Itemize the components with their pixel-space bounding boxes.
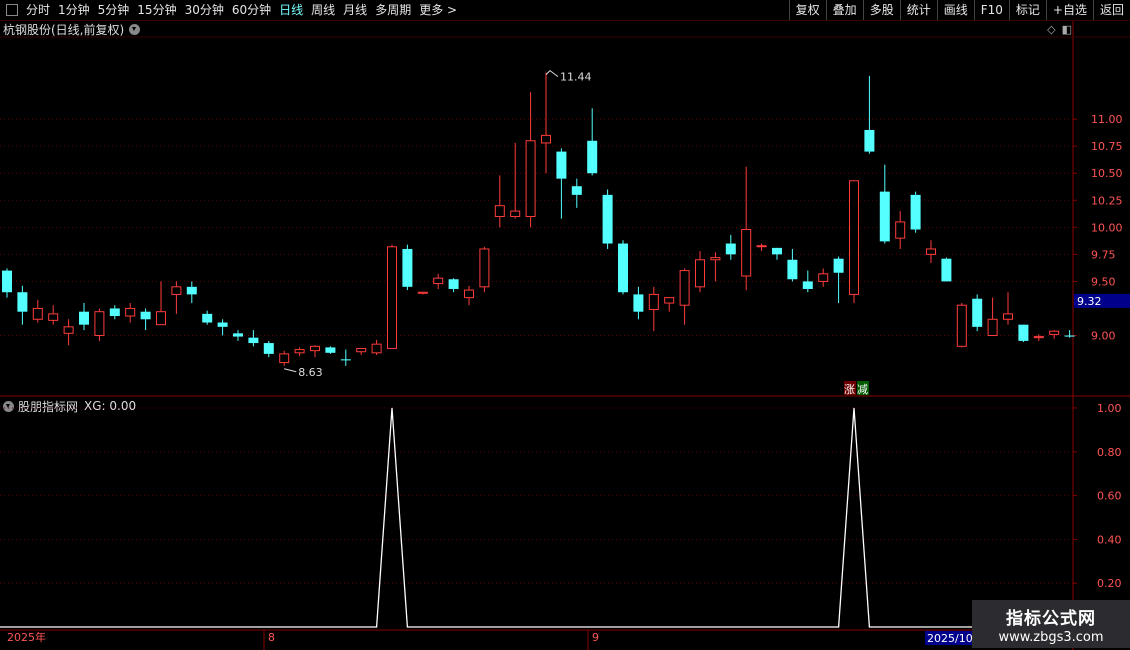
price-tick-label: 9.50: [1091, 275, 1116, 288]
current-price-label: 9.32: [1077, 295, 1102, 308]
candle-body: [879, 191, 890, 242]
candle-body: [787, 259, 798, 280]
candle-body: [387, 246, 397, 349]
candle-body: [833, 258, 844, 273]
high-price-label: 11.44: [560, 71, 592, 84]
candlestick-chart[interactable]: 11.00 10.75 10.50 10.25 10.00 9.75 9.50 9.00 1.0…: [0, 0, 1130, 650]
price-tick-label: 10.75: [1091, 140, 1123, 153]
candle-body: [310, 345, 320, 352]
candle-body: [217, 322, 228, 327]
candle-body: [987, 318, 998, 337]
candle-body: [587, 140, 598, 174]
candle-body: [1003, 313, 1013, 320]
candle-body: [248, 337, 259, 344]
candle-body: [32, 307, 43, 320]
candle-body: [556, 151, 567, 179]
candle-body: [402, 248, 413, 287]
candle-body: [433, 277, 444, 285]
date-label-aug: 8: [268, 631, 275, 644]
candle-body: [202, 313, 213, 323]
candle-body: [279, 353, 290, 364]
candle-body: [125, 307, 136, 317]
candle-body: [802, 281, 813, 289]
candle-body: [741, 228, 752, 277]
candle-body: [464, 289, 474, 299]
candle-body: [263, 343, 274, 354]
watermark: 指标公式网 www.zbgs3.com: [972, 600, 1130, 648]
date-cursor-label: 2025/10: [927, 632, 973, 645]
candle-body: [510, 210, 521, 218]
tag-up: 涨: [844, 383, 855, 396]
candle-body: [1064, 335, 1075, 337]
watermark-title: 指标公式网: [1006, 609, 1096, 629]
xg-indicator-line: [0, 407, 1073, 628]
low-pointer: [284, 368, 297, 373]
candle-body: [756, 245, 767, 248]
candle-body: [109, 308, 120, 317]
price-tick-label: 10.25: [1091, 194, 1123, 207]
candle-body: [725, 243, 736, 255]
candle-body: [956, 304, 967, 347]
price-tick-label: 10.00: [1091, 221, 1123, 234]
candle-body: [972, 298, 983, 327]
date-label-year: 2025年: [7, 630, 46, 644]
candle-body: [79, 311, 89, 325]
candle-body: [417, 291, 428, 294]
date-label-sep: 9: [592, 631, 599, 644]
candle-body: [695, 259, 705, 288]
price-tick-label: 10.50: [1091, 167, 1123, 180]
candle-body: [140, 311, 151, 320]
indicator-tick-label: 1.00: [1097, 402, 1122, 415]
candle-body: [818, 273, 829, 282]
candle-body: [171, 286, 182, 295]
candle-body: [294, 349, 305, 354]
candle-body: [233, 333, 243, 337]
indicator-tick-label: 0.60: [1097, 490, 1122, 503]
candle-body: [602, 194, 613, 244]
candle-body: [356, 347, 367, 353]
candle-body: [17, 292, 28, 312]
candle-body: [94, 311, 105, 337]
candle-body: [325, 347, 336, 353]
candle-body: [849, 180, 859, 295]
candle-body: [525, 140, 536, 217]
candle-body: [541, 134, 551, 144]
candle-body: [664, 297, 675, 304]
candle-body: [926, 248, 936, 255]
candle-body: [910, 194, 921, 230]
candle-body: [479, 248, 490, 288]
candle-body: [1018, 324, 1029, 341]
candle-body: [679, 270, 690, 306]
candle-body: [895, 221, 906, 239]
candle-body: [618, 243, 628, 293]
high-pointer: [545, 69, 559, 78]
low-price-label: 8.63: [298, 366, 323, 379]
candle-body: [340, 359, 351, 361]
candle-body: [941, 258, 952, 282]
candle-body: [371, 343, 382, 354]
candle-body: [156, 311, 166, 326]
indicator-tick-label: 0.80: [1097, 446, 1122, 459]
tag-down: 减: [857, 383, 868, 396]
indicator-tick-label: 0.20: [1097, 577, 1122, 590]
candle-body: [633, 294, 644, 312]
candle-body: [772, 247, 782, 255]
candle-body: [48, 313, 59, 321]
candle-body: [1049, 330, 1060, 335]
candle-body: [186, 286, 197, 295]
candle-body: [571, 186, 582, 195]
watermark-url: www.zbgs3.com: [998, 630, 1104, 645]
price-tick-label: 9.75: [1091, 248, 1116, 261]
indicator-tick-label: 0.40: [1097, 533, 1122, 546]
candle-body: [648, 293, 659, 311]
price-tick-label: 11.00: [1091, 113, 1123, 126]
candle-body: [2, 270, 12, 293]
candle-body: [63, 326, 74, 334]
candle-body: [1033, 336, 1044, 339]
candle-body: [710, 257, 721, 261]
candle-body: [448, 279, 459, 289]
candle-body: [494, 205, 505, 218]
candle-body: [864, 129, 875, 152]
price-tick-label: 9.00: [1091, 330, 1116, 343]
